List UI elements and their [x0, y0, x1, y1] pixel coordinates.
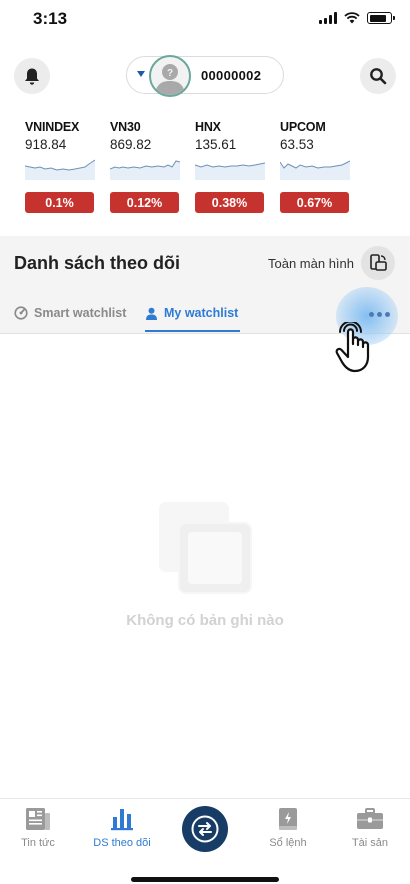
avatar: ?	[149, 55, 191, 97]
index-value: 918.84	[25, 137, 67, 152]
empty-state-icon	[159, 502, 252, 594]
sparkline-chart	[280, 160, 350, 180]
sparkline-chart	[25, 159, 95, 180]
sparkline-chart	[110, 160, 180, 180]
nav-item-watchlist[interactable]: DS theo dõi	[82, 807, 162, 849]
index-name: VNINDEX	[25, 120, 80, 134]
wifi-icon	[344, 12, 360, 24]
chevron-down-icon	[137, 71, 145, 77]
svg-text:?: ?	[167, 68, 173, 79]
fullscreen-button[interactable]	[361, 246, 395, 280]
bottom-navigation: Tin tức DS theo dõi Sổ lệnh Tài sản	[0, 798, 410, 884]
index-change-badge: 0.12%	[110, 192, 179, 213]
battery-icon	[367, 12, 395, 24]
sparkline-chart	[195, 162, 265, 180]
nav-label: DS theo dõi	[93, 837, 151, 849]
index-card-vn30[interactable]: VN30 869.82	[110, 120, 182, 180]
user-icon	[146, 307, 157, 320]
exchange-icon	[191, 815, 219, 843]
index-value: 135.61	[195, 137, 237, 152]
index-name: VN30	[110, 120, 141, 134]
nav-item-news[interactable]: Tin tức	[0, 807, 78, 849]
briefcase-icon	[357, 808, 383, 829]
account-number: 00000002	[201, 68, 262, 83]
rotate-screen-icon	[370, 254, 387, 271]
notifications-button[interactable]	[14, 58, 50, 94]
tab-label: Smart watchlist	[34, 306, 127, 320]
index-value: 63.53	[280, 137, 314, 152]
home-indicator	[131, 877, 279, 882]
nav-item-assets[interactable]: Tài sản	[330, 807, 410, 849]
active-tab-indicator	[145, 330, 240, 332]
search-icon	[370, 68, 387, 85]
more-icon	[369, 312, 390, 317]
news-icon	[26, 808, 50, 830]
account-selector[interactable]: ? 00000002	[126, 55, 284, 97]
search-button[interactable]	[360, 58, 396, 94]
index-card-upcom[interactable]: UPCOM 63.53	[280, 120, 352, 180]
status-time: 3:13	[33, 9, 68, 28]
status-icons	[319, 12, 395, 24]
cellular-signal-icon	[319, 12, 337, 24]
bell-icon	[25, 68, 39, 85]
tab-label: My watchlist	[164, 306, 239, 320]
tab-my-watchlist[interactable]: My watchlist	[145, 306, 238, 320]
index-card-vnindex[interactable]: VNINDEX 918.84	[25, 120, 97, 180]
gauge-icon	[14, 306, 28, 320]
nav-item-order-book[interactable]: Sổ lệnh	[248, 807, 328, 849]
fullscreen-label[interactable]: Toàn màn hình	[268, 256, 354, 271]
nav-label: Tin tức	[21, 837, 55, 849]
index-change-badge: 0.67%	[280, 192, 349, 213]
bar-chart-icon	[111, 809, 133, 831]
pointer-hand-icon	[335, 322, 370, 373]
index-name: UPCOM	[280, 120, 326, 134]
nav-label: Sổ lệnh	[269, 837, 307, 849]
nav-label: Tài sản	[351, 837, 389, 849]
trade-button[interactable]	[182, 806, 228, 852]
index-change-badge: 0.38%	[195, 192, 264, 213]
section-title: Danh sách theo dõi	[14, 253, 181, 273]
index-name: HNX	[195, 120, 221, 134]
status-bar: 3:13	[0, 0, 410, 40]
index-change-badge: 0.1%	[25, 192, 94, 213]
order-book-icon	[279, 808, 297, 830]
tab-smart-watchlist[interactable]: Smart watchlist	[14, 306, 126, 320]
index-value: 869.82	[110, 137, 152, 152]
empty-state-message: Không có bản ghi nào	[126, 612, 284, 629]
index-card-hnx[interactable]: HNX 135.61	[195, 120, 267, 180]
